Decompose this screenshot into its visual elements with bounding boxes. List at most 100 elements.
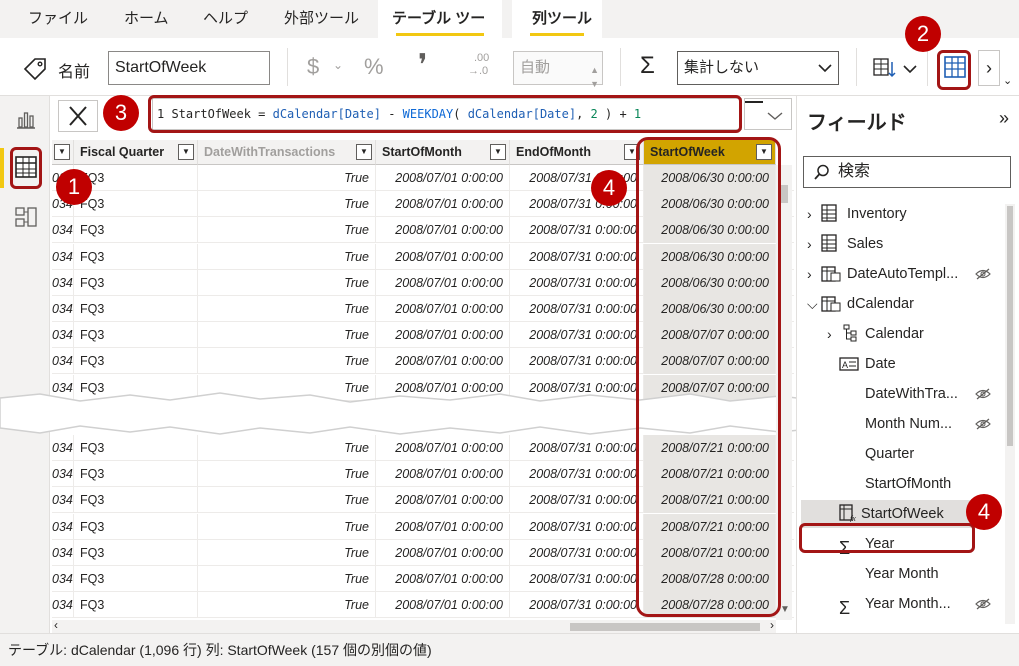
cell-fiscal-quarter[interactable]: FQ3 xyxy=(74,165,198,191)
cell-date-with-transactions[interactable]: True xyxy=(198,269,376,296)
cell-index[interactable]: 034 xyxy=(52,566,74,592)
filter-dropdown-icon[interactable]: ▼ xyxy=(490,144,506,160)
cell-start-of-month[interactable]: 2008/07/01 0:00:00 xyxy=(376,566,510,592)
cell-start-of-month[interactable]: 2008/07/01 0:00:00 xyxy=(376,243,510,270)
cell-end-of-month[interactable]: 2008/07/31 0:00:00 xyxy=(510,269,644,296)
cell-date-with-transactions[interactable]: True xyxy=(198,435,376,461)
tab-help[interactable]: ヘルプ xyxy=(197,0,254,38)
cell-fiscal-quarter[interactable]: FQ3 xyxy=(74,296,198,322)
cell-end-of-month[interactable]: 2008/07/31 0:00:00 xyxy=(510,539,644,566)
field-item[interactable]: StartOfMonth xyxy=(805,470,1005,498)
cell-fiscal-quarter[interactable]: FQ3 xyxy=(74,322,198,349)
cell-fiscal-quarter[interactable]: FQ3 xyxy=(74,487,198,514)
cell-start-of-month[interactable]: 2008/07/01 0:00:00 xyxy=(376,487,510,514)
ribbon-scroll-right-button[interactable]: › xyxy=(978,50,1000,86)
cell-start-of-month[interactable]: 2008/07/01 0:00:00 xyxy=(376,461,510,488)
cell-fiscal-quarter[interactable]: FQ3 xyxy=(74,566,198,592)
cell-index[interactable]: 034 xyxy=(52,435,74,461)
cell-end-of-month[interactable]: 2008/07/31 0:00:00 xyxy=(510,217,644,244)
cell-end-of-month[interactable]: 2008/07/31 0:00:00 xyxy=(510,348,644,375)
report-view-icon[interactable] xyxy=(13,106,39,132)
cell-index[interactable]: 034 xyxy=(52,322,74,349)
expand-formula-button[interactable] xyxy=(744,98,792,130)
cell-date-with-transactions[interactable]: True xyxy=(198,165,376,191)
cell-date-with-transactions[interactable]: True xyxy=(198,487,376,514)
cell-end-of-month[interactable]: 2008/07/31 0:00:00 xyxy=(510,296,644,322)
cell-fiscal-quarter[interactable]: FQ3 xyxy=(74,435,198,461)
field-item[interactable]: Month Num... xyxy=(805,410,1005,438)
cell-fiscal-quarter[interactable]: FQ3 xyxy=(74,592,198,619)
fields-scrollbar[interactable] xyxy=(1005,204,1015,624)
cell-start-of-month[interactable]: 2008/07/01 0:00:00 xyxy=(376,348,510,375)
collapse-pane-icon[interactable]: » xyxy=(999,108,1009,129)
cell-fiscal-quarter[interactable]: FQ3 xyxy=(74,243,198,270)
column-header[interactable]: ▼ xyxy=(52,140,74,165)
cell-fiscal-quarter[interactable]: FQ3 xyxy=(74,191,198,218)
grid-horizontal-scrollbar[interactable]: ‹ › xyxy=(52,618,776,634)
field-item[interactable]: › Inventory xyxy=(805,200,1005,228)
tab-home[interactable]: ホーム xyxy=(118,0,175,38)
currency-button[interactable]: $ xyxy=(307,54,319,80)
chevron-right-icon[interactable]: › xyxy=(827,320,832,348)
cell-start-of-month[interactable]: 2008/07/01 0:00:00 xyxy=(376,322,510,349)
scroll-thumb[interactable] xyxy=(570,623,760,631)
cell-end-of-month[interactable]: 2008/07/31 0:00:00 xyxy=(510,513,644,540)
fields-search-input[interactable]: 検索 xyxy=(803,156,1011,188)
column-header-end-of-month[interactable]: EndOfMonth ▼ xyxy=(510,140,644,165)
column-header-date-with-transactions[interactable]: DateWithTransactions ▼ xyxy=(198,140,376,165)
tab-table-tools[interactable]: テーブル ツール xyxy=(378,0,502,65)
model-view-icon[interactable] xyxy=(13,204,39,230)
scroll-down-icon[interactable]: ▼ xyxy=(780,604,790,615)
cell-date-with-transactions[interactable]: True xyxy=(198,539,376,566)
cell-index[interactable]: 034 xyxy=(52,461,74,488)
cell-date-with-transactions[interactable]: True xyxy=(198,513,376,540)
cell-date-with-transactions[interactable]: True xyxy=(198,243,376,270)
comma-style-button[interactable]: ❜ xyxy=(418,48,428,83)
field-item[interactable]: › DateAutoTempl... xyxy=(805,260,1005,288)
column-header-start-of-month[interactable]: StartOfMonth ▼ xyxy=(376,140,510,165)
cell-index[interactable]: 034 xyxy=(52,217,74,244)
filter-dropdown-icon[interactable]: ▼ xyxy=(356,144,372,160)
cell-index[interactable]: 034 xyxy=(52,592,74,619)
cell-end-of-month[interactable]: 2008/07/31 0:00:00 xyxy=(510,322,644,349)
chevron-down-icon[interactable] xyxy=(903,64,917,74)
cell-index[interactable]: 034 xyxy=(52,296,74,322)
field-item[interactable]: ⌵ dCalendar xyxy=(805,290,1005,318)
tab-external-tools[interactable]: 外部ツール xyxy=(278,0,365,38)
cell-end-of-month[interactable]: 2008/07/31 0:00:00 xyxy=(510,461,644,488)
field-item[interactable]: Σ Year Month... xyxy=(805,590,1005,618)
cell-date-with-transactions[interactable]: True xyxy=(198,348,376,375)
cell-end-of-month[interactable]: 2008/07/31 0:00:00 xyxy=(510,592,644,619)
field-item[interactable]: Year Month xyxy=(805,560,1005,588)
scroll-thumb[interactable] xyxy=(1007,206,1013,446)
cell-date-with-transactions[interactable]: True xyxy=(198,191,376,218)
cell-fiscal-quarter[interactable]: FQ3 xyxy=(74,348,198,375)
cell-end-of-month[interactable]: 2008/07/31 0:00:00 xyxy=(510,435,644,461)
cell-start-of-month[interactable]: 2008/07/01 0:00:00 xyxy=(376,435,510,461)
field-item[interactable]: DateWithTra... xyxy=(805,380,1005,408)
cell-fiscal-quarter[interactable]: FQ3 xyxy=(74,539,198,566)
cell-start-of-month[interactable]: 2008/07/01 0:00:00 xyxy=(376,513,510,540)
cancel-formula-button[interactable] xyxy=(58,100,98,132)
chevron-right-icon[interactable]: › xyxy=(807,200,812,228)
tab-column-tools[interactable]: 列ツール xyxy=(512,0,602,38)
column-name-input[interactable]: StartOfWeek xyxy=(108,51,270,85)
cell-start-of-month[interactable]: 2008/07/01 0:00:00 xyxy=(376,296,510,322)
cell-date-with-transactions[interactable]: True xyxy=(198,592,376,619)
cell-fiscal-quarter[interactable]: FQ3 xyxy=(74,461,198,488)
tab-file[interactable]: ファイル xyxy=(22,0,94,38)
cell-date-with-transactions[interactable]: True xyxy=(198,461,376,488)
percent-button[interactable]: % xyxy=(364,54,384,80)
cell-index[interactable]: 034 xyxy=(52,539,74,566)
chevron-right-icon[interactable]: › xyxy=(807,230,812,258)
cell-date-with-transactions[interactable]: True xyxy=(198,322,376,349)
chevron-down-icon[interactable]: ⌵ xyxy=(807,290,818,318)
column-header-fiscal-quarter[interactable]: Fiscal Quarter ▼ xyxy=(74,140,198,165)
cell-date-with-transactions[interactable]: True xyxy=(198,217,376,244)
cell-index[interactable]: 034 xyxy=(52,269,74,296)
sort-by-column-icon[interactable] xyxy=(872,56,898,80)
cell-index[interactable]: 034 xyxy=(52,487,74,514)
scroll-left-icon[interactable]: ‹ xyxy=(54,618,58,632)
filter-dropdown-icon[interactable]: ▼ xyxy=(54,144,70,160)
cell-index[interactable]: 034 xyxy=(52,243,74,270)
